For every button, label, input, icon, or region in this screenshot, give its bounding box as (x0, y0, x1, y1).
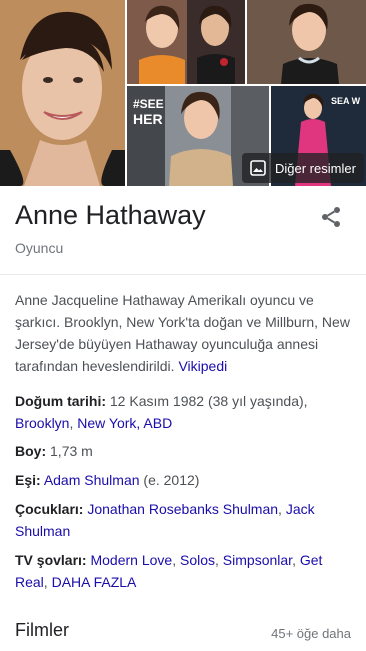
fact-spouse: Eşi: Adam Shulman (e. 2012) (15, 469, 351, 491)
tv-link-solos[interactable]: Solos (180, 552, 215, 568)
entity-subtitle: Oyuncu (15, 240, 64, 256)
svg-text:SEA W: SEA W (331, 96, 361, 106)
svg-text:HER: HER (133, 111, 163, 127)
more-images-label: Diğer resimler (275, 160, 356, 176)
fact-spouse-suffix: (e. 2012) (143, 472, 200, 488)
tv-link-modern-love[interactable]: Modern Love (90, 552, 172, 568)
fact-children: Çocukları: Jonathan Rosebanks Shulman, J… (15, 498, 351, 542)
fact-height-value: 1,73 m (50, 443, 93, 459)
svg-text:#SEE: #SEE (133, 97, 164, 111)
films-more-link[interactable]: 45+ öğe daha (271, 626, 351, 641)
image-icon (250, 160, 266, 176)
fact-birth: Doğum tarihi: 12 Kasım 1982 (38 yıl yaşı… (15, 390, 351, 434)
child-link-jonathan[interactable]: Jonathan Rosebanks Shulman (87, 501, 278, 517)
description: Anne Jacqueline Hathaway Amerikalı oyunc… (15, 289, 353, 377)
photo-black-dress-necklace[interactable] (247, 0, 366, 84)
spouse-link[interactable]: Adam Shulman (44, 472, 140, 488)
divider (0, 274, 366, 275)
fact-children-label: Çocukları: (15, 501, 84, 517)
wikipedia-link[interactable]: Vikipedi (178, 358, 227, 374)
entity-title: Anne Hathaway (15, 200, 206, 230)
fact-spouse-label: Eşi: (15, 472, 41, 488)
fact-birth-label: Doğum tarihi: (15, 393, 106, 409)
birth-place-link-newyork[interactable]: New York, ABD (77, 415, 172, 431)
main-portrait-photo[interactable] (0, 0, 125, 186)
fact-tv-label: TV şovları: (15, 552, 87, 568)
children-separator: , (278, 501, 282, 517)
fact-height: Boy: 1,73 m (15, 440, 351, 462)
title-row: Anne Hathaway (15, 196, 355, 236)
fact-tv-shows: TV şovları: Modern Love, Solos, Simpsonl… (15, 552, 323, 590)
birth-place-separator: , (69, 415, 74, 431)
more-images-button[interactable]: Diğer resimler (242, 153, 364, 183)
tv-link-simpsonlar[interactable]: Simpsonlar (223, 552, 292, 568)
share-icon[interactable] (319, 205, 343, 229)
fact-height-label: Boy: (15, 443, 47, 459)
birth-place-link-brooklyn[interactable]: Brooklyn (15, 415, 69, 431)
films-heading: Filmler (15, 620, 69, 640)
photo-red-carpet-orange-dress[interactable] (127, 0, 245, 84)
tv-more-link[interactable]: DAHA FAZLA (52, 574, 137, 590)
fact-birth-value: 12 Kasım 1982 (38 yıl yaşında), (109, 393, 308, 409)
films-section-header: Filmler 45+ öğe daha (15, 618, 351, 644)
image-grid: #SEE HER SEA W Diğer resimler (0, 0, 366, 186)
